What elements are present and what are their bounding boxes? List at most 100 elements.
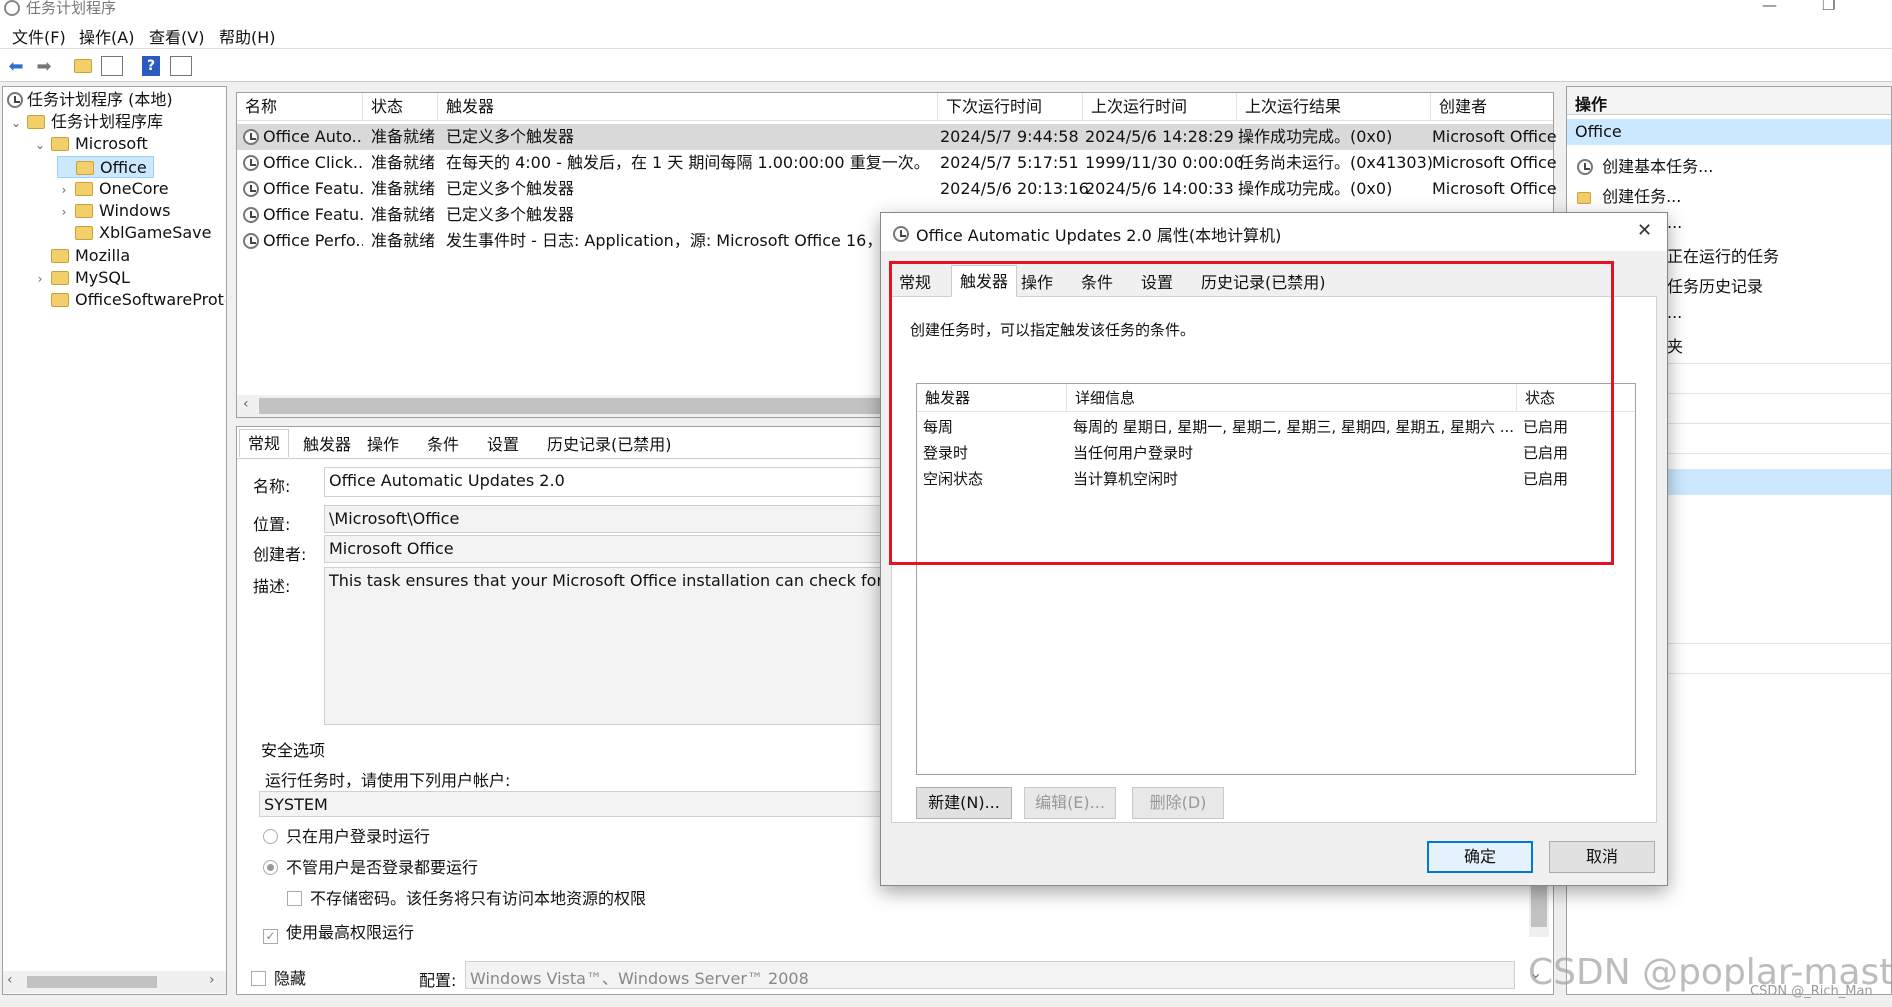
task-name: Office Featu... [263, 179, 363, 198]
action-create-basic-task[interactable]: 创建基本任务... [1577, 153, 1713, 177]
column-header-details[interactable]: 详细信息 [1067, 384, 1517, 412]
menu-file[interactable]: 文件(F) [12, 24, 66, 48]
action-task-history[interactable]: 任务历史记录 [1667, 273, 1763, 297]
tree-item-root[interactable]: 任务计划程序 (本地) [7, 89, 173, 111]
show-hide-action-pane-icon[interactable] [170, 56, 192, 76]
table-row[interactable]: 登录时 当任何用户登录时 已启用 [917, 440, 1635, 466]
action-more[interactable]: ... [1667, 303, 1682, 322]
ok-button[interactable]: 确定 [1427, 841, 1533, 873]
new-trigger-button[interactable]: 新建(N)... [916, 787, 1012, 819]
tree-item-xblgamesave[interactable]: XblGameSave [57, 222, 211, 244]
column-header-status[interactable]: 状态 [363, 93, 438, 121]
show-hide-console-tree-icon[interactable] [101, 56, 123, 76]
task-last-result: 任务尚未运行。(0x41303) [1238, 153, 1434, 172]
cancel-button[interactable]: 取消 [1549, 841, 1655, 873]
checkbox-run-highest-privileges[interactable]: ✓ 使用最高权限运行 [263, 919, 414, 944]
app-clock-icon [4, 0, 20, 16]
tab-settings[interactable]: 设置 [1133, 269, 1181, 297]
menu-action[interactable]: 操作(A) [79, 24, 134, 48]
tab-triggers[interactable]: 触发器 [951, 265, 1018, 297]
column-header-trigger[interactable]: 触发器 [917, 384, 1067, 412]
tab-settings[interactable]: 设置 [479, 431, 527, 459]
table-row[interactable]: 每周 每周的 星期日, 星期一, 星期二, 星期三, 星期四, 星期五, 星期六… [917, 414, 1635, 440]
action-new-folder[interactable]: 夹 [1667, 333, 1683, 357]
dialog-title-bar: Office Automatic Updates 2.0 属性(本地计算机) ✕ [881, 213, 1667, 251]
scroll-thumb[interactable] [27, 976, 157, 988]
checkbox-hidden[interactable]: 隐藏 [251, 965, 306, 989]
task-triggers: 已定义多个触发器 [446, 127, 575, 146]
radio-run-whether-logged-on[interactable]: 不管用户是否登录都要运行 [263, 854, 478, 878]
tree-item-microsoft[interactable]: ⌄ Microsoft [33, 133, 148, 155]
chevron-down-icon[interactable]: ⌄ [9, 112, 23, 134]
restore-button[interactable]: ❐ [1822, 0, 1835, 14]
tab-conditions[interactable]: 条件 [419, 431, 467, 459]
column-header-last-run[interactable]: 上次运行时间 [1083, 93, 1237, 121]
tab-history[interactable]: 历史记录(已禁用) [539, 431, 680, 459]
actions-section-office[interactable]: Office [1567, 119, 1891, 145]
folder-icon [51, 137, 69, 151]
chevron-right-icon[interactable]: › [57, 179, 71, 201]
column-header-name[interactable]: 名称 [237, 93, 363, 121]
actions-section-selected-item[interactable] [1667, 469, 1891, 495]
tree-item-office[interactable]: Office [57, 156, 154, 178]
scroll-left-icon[interactable]: ‹ [7, 972, 13, 988]
table-row[interactable]: Office Auto... 准备就绪 已定义多个触发器 2024/5/7 9:… [237, 124, 1557, 150]
scroll-left-icon[interactable]: ‹ [243, 396, 249, 412]
chevron-right-icon[interactable]: › [33, 268, 47, 290]
chevron-right-icon[interactable]: › [57, 201, 71, 223]
table-row[interactable]: Office Click... 准备就绪 在每天的 4:00 - 触发后，在 1… [237, 150, 1557, 176]
tab-conditions[interactable]: 条件 [1073, 269, 1121, 297]
checkbox-icon[interactable] [287, 891, 302, 906]
radio-icon[interactable] [263, 829, 278, 844]
checkbox-do-not-store-password[interactable]: 不存储密码。该任务将只有访问本地资源的权限 [287, 885, 646, 909]
menu-view[interactable]: 查看(V) [149, 24, 204, 48]
back-arrow-icon[interactable]: ⬅ [5, 55, 27, 77]
delete-trigger-button[interactable]: 删除(D) [1132, 787, 1224, 819]
action-import-task[interactable]: ... [1667, 213, 1682, 232]
tree-item-officesoftwareprotection[interactable]: OfficeSoftwareProtec [33, 289, 225, 311]
close-icon[interactable]: ✕ [1637, 220, 1652, 241]
tab-actions[interactable]: 操作 [1013, 269, 1061, 297]
tree-item-windows[interactable]: › Windows [57, 200, 171, 223]
tab-actions[interactable]: 操作 [359, 431, 407, 459]
forward-arrow-icon[interactable]: ➡ [33, 55, 55, 77]
column-header-last-result[interactable]: 上次运行结果 [1237, 93, 1431, 121]
help-icon[interactable]: ? [142, 56, 160, 76]
tree-item-library[interactable]: ⌄ 任务计划程序库 [9, 111, 163, 133]
tree-horizontal-scrollbar[interactable]: ‹ › [3, 971, 226, 993]
tab-history[interactable]: 历史记录(已禁用) [1193, 269, 1334, 297]
radio-selected-icon[interactable] [263, 860, 278, 875]
column-header-author[interactable]: 创建者 [1431, 93, 1553, 121]
tab-general[interactable]: 常规 [239, 429, 290, 457]
minimize-button[interactable]: — [1762, 0, 1777, 14]
action-create-task[interactable]: 创建任务... [1577, 183, 1681, 207]
radio-run-when-logged-on[interactable]: 只在用户登录时运行 [263, 823, 430, 847]
column-header-status[interactable]: 状态 [1517, 384, 1635, 412]
tree-item-mysql[interactable]: › MySQL [33, 267, 130, 289]
table-row[interactable]: Office Featu... 准备就绪 已定义多个触发器 2024/5/6 2… [237, 176, 1557, 202]
tree-item-label: Mozilla [75, 246, 131, 265]
tree-item-label: XblGameSave [99, 223, 212, 242]
table-row[interactable]: 空闲状态 当计算机空闲时 已启用 [917, 466, 1635, 492]
menu-help[interactable]: 帮助(H) [219, 24, 276, 48]
checkbox-icon[interactable] [251, 971, 266, 986]
tree-item-mozilla[interactable]: Mozilla [33, 245, 130, 267]
tab-general[interactable]: 常规 [891, 269, 939, 297]
toolbar: ⬅ ➡ ? [0, 49, 1892, 82]
action-running-tasks[interactable]: 正在运行的任务 [1667, 243, 1779, 267]
column-header-triggers[interactable]: 触发器 [438, 93, 938, 121]
create-basic-task-icon [1577, 159, 1593, 175]
column-header-next-run[interactable]: 下次运行时间 [938, 93, 1083, 121]
edit-trigger-button[interactable]: 编辑(E)... [1024, 787, 1116, 819]
scroll-thumb[interactable] [259, 398, 909, 414]
up-folder-icon[interactable] [72, 55, 94, 77]
chevron-down-icon[interactable]: ⌄ [33, 134, 47, 156]
task-properties-dialog: Office Automatic Updates 2.0 属性(本地计算机) ✕… [880, 212, 1668, 886]
tab-triggers[interactable]: 触发器 [295, 431, 359, 459]
tree-item-onecore[interactable]: › OneCore [57, 178, 169, 200]
scroll-right-icon[interactable]: › [209, 972, 215, 988]
actions-title: 操作 [1575, 95, 1608, 114]
configure-for-select[interactable]: Windows Vista™、Windows Server™ 2008 [465, 961, 1515, 989]
clock-icon [7, 92, 23, 108]
checkbox-checked-icon[interactable]: ✓ [263, 929, 278, 944]
